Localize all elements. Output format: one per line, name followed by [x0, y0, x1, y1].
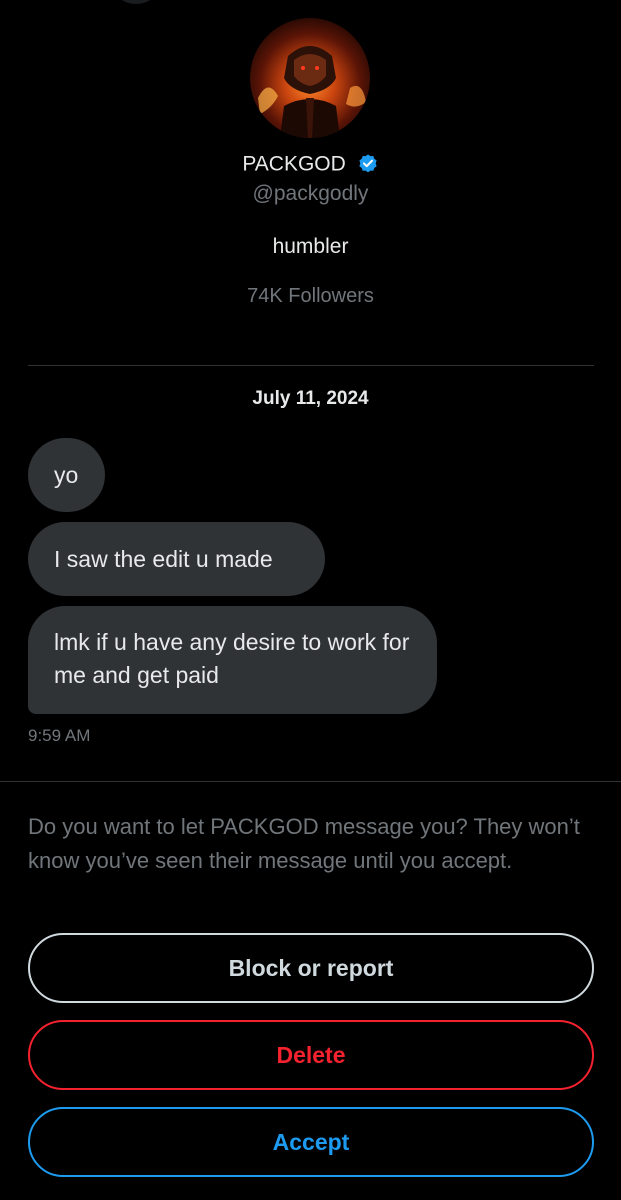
top-avatar-remnant — [118, 0, 154, 4]
conversation-date: July 11, 2024 — [252, 388, 369, 409]
profile-bio: humbler — [272, 235, 349, 258]
avatar-image — [250, 18, 370, 138]
message-request-prompt: Do you want to let PACKGOD message you? … — [28, 814, 580, 873]
display-name: PACKGOD — [242, 152, 346, 176]
follower-count[interactable]: 74K Followers — [0, 285, 621, 308]
block-or-report-button[interactable]: Block or report — [28, 933, 594, 1003]
message-text: I saw the edit u made — [54, 545, 273, 572]
message-bubble[interactable]: lmk if u have any desire to work for me … — [28, 606, 437, 714]
message-bubble[interactable]: I saw the edit u made — [28, 522, 325, 596]
request-divider — [0, 781, 621, 782]
message-text: lmk if u have any desire to work for me … — [54, 629, 410, 688]
message-text: yo — [54, 461, 79, 488]
profile-avatar[interactable] — [250, 18, 370, 138]
delete-button[interactable]: Delete — [28, 1020, 594, 1090]
accept-button[interactable]: Accept — [28, 1107, 594, 1177]
message-bubble[interactable]: yo — [28, 438, 105, 512]
message-timestamp: 9:59 AM — [28, 726, 91, 745]
profile-handle: @packgodly — [252, 182, 369, 205]
verified-badge-icon — [359, 154, 377, 173]
profile-divider — [28, 365, 594, 366]
profile-name-row[interactable]: PACKGOD — [0, 150, 621, 178]
